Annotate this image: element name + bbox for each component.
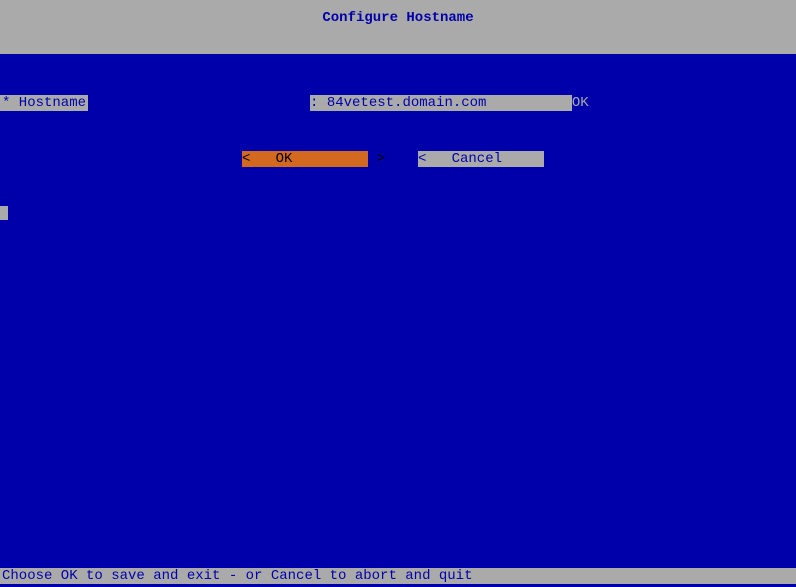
- hostname-row: * Hostname : OK: [0, 95, 589, 111]
- field-separator: :: [310, 95, 327, 111]
- cursor-indicator: [0, 206, 8, 220]
- cancel-button[interactable]: < Cancel >: [418, 151, 544, 167]
- button-row: < OK > < Cancel >: [0, 151, 796, 167]
- footer-hint: Choose OK to save and exit - or Cancel t…: [0, 568, 796, 584]
- hostname-status: OK: [572, 95, 589, 111]
- header-bar: Configure Hostname: [0, 0, 796, 54]
- ok-button[interactable]: < OK >: [242, 151, 368, 167]
- page-title: Configure Hostname: [322, 10, 473, 54]
- hostname-input[interactable]: [327, 95, 572, 111]
- hostname-label: * Hostname: [0, 95, 88, 111]
